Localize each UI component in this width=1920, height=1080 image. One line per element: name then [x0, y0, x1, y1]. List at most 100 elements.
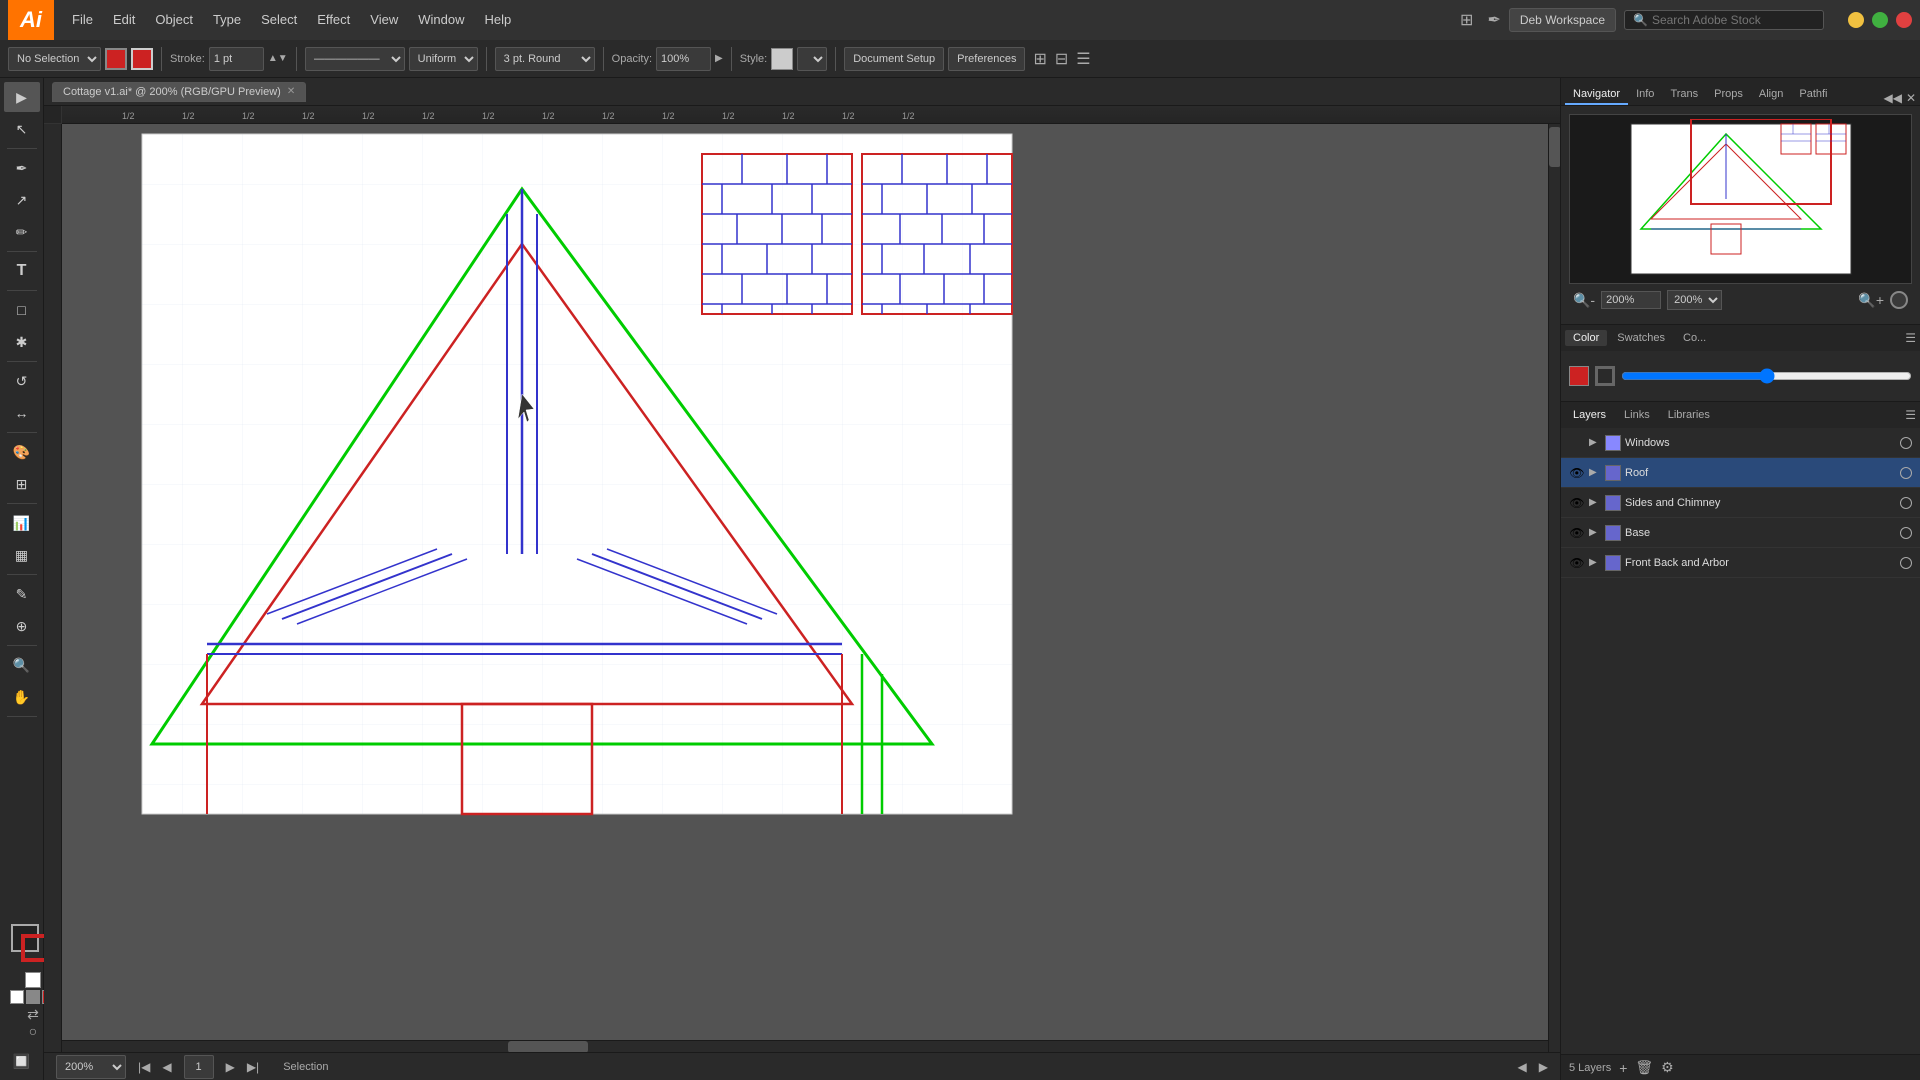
round-select[interactable]: 3 pt. Round: [495, 47, 595, 71]
icon-align[interactable]: ⊞: [1033, 49, 1046, 69]
tool-rect[interactable]: □: [4, 295, 40, 325]
layer-expand-front[interactable]: ▶: [1589, 557, 1601, 568]
stroke-arrows[interactable]: ▲▼: [268, 53, 288, 64]
layer-expand-base[interactable]: ▶: [1589, 527, 1601, 538]
tool-mesh[interactable]: ⊞: [4, 469, 40, 499]
tab-align[interactable]: Align: [1751, 85, 1791, 105]
tab-pathfinder[interactable]: Pathfi: [1791, 85, 1835, 105]
tab-navigator[interactable]: Navigator: [1565, 85, 1628, 105]
stock-search-input[interactable]: [1652, 13, 1815, 27]
layer-expand-windows[interactable]: ▶: [1589, 437, 1601, 448]
layer-target-front[interactable]: [1900, 557, 1912, 569]
scroll-right[interactable]: ▶: [1539, 1060, 1548, 1074]
layer-target-base[interactable]: [1900, 527, 1912, 539]
workspace-button[interactable]: Deb Workspace: [1509, 8, 1616, 32]
tab-transform[interactable]: Trans: [1662, 85, 1706, 105]
menu-select[interactable]: Select: [251, 0, 307, 40]
menu-file[interactable]: File: [62, 0, 103, 40]
tool-pencil[interactable]: ✏: [4, 217, 40, 247]
menu-type[interactable]: Type: [203, 0, 251, 40]
tool-grid[interactable]: ▦: [4, 540, 40, 570]
stroke-swatch[interactable]: [21, 934, 44, 962]
stroke-color-swatch[interactable]: [131, 48, 153, 70]
tab-info[interactable]: Info: [1628, 85, 1662, 105]
layers-panel-menu[interactable]: ☰: [1905, 408, 1916, 422]
layer-visibility-base[interactable]: 👁: [1569, 525, 1585, 541]
tab-properties[interactable]: Props: [1706, 85, 1751, 105]
color-slider[interactable]: [1621, 368, 1912, 384]
color-fill-white[interactable]: [10, 990, 24, 1004]
tool-curvature[interactable]: ↗: [4, 185, 40, 215]
layer-expand-roof[interactable]: ▶: [1589, 467, 1601, 478]
nav-prev[interactable]: ◀: [162, 1060, 171, 1074]
tab-color[interactable]: Color: [1565, 330, 1607, 346]
icon-menu[interactable]: ☰: [1076, 49, 1090, 69]
layer-target-sides[interactable]: [1900, 497, 1912, 509]
stroke-width-input[interactable]: [209, 47, 264, 71]
maximize-button[interactable]: [1872, 12, 1888, 28]
nav-next[interactable]: ▶: [226, 1060, 235, 1074]
tool-eyedropper[interactable]: ✎: [4, 579, 40, 609]
tool-type[interactable]: T: [4, 256, 40, 286]
tool-rotate[interactable]: ↺: [4, 366, 40, 396]
menu-window[interactable]: Window: [408, 0, 474, 40]
nav-last[interactable]: ▶|: [247, 1060, 259, 1074]
style-color-swatch[interactable]: [771, 48, 793, 70]
tool-star[interactable]: ✱: [4, 327, 40, 357]
style-select[interactable]: [797, 47, 827, 71]
tool-chart[interactable]: 📊: [4, 508, 40, 538]
nav-zoom-out[interactable]: 🔍-: [1573, 292, 1595, 309]
artboard-area[interactable]: [62, 124, 1560, 1052]
panel-collapse[interactable]: ◀◀: [1883, 91, 1901, 105]
opacity-arrow[interactable]: ▶: [715, 53, 723, 64]
color-stroke-display[interactable]: [1595, 366, 1615, 386]
layer-visibility-front[interactable]: 👁: [1569, 555, 1585, 571]
add-layer-button[interactable]: +: [1619, 1060, 1627, 1076]
menu-view[interactable]: View: [360, 0, 408, 40]
scrollbar-vertical[interactable]: [1548, 124, 1560, 1052]
layer-row-base[interactable]: 👁 ▶ Base: [1561, 518, 1920, 548]
scrollbar-horizontal[interactable]: [62, 1040, 1548, 1052]
preferences-button[interactable]: Preferences: [948, 47, 1025, 71]
close-button[interactable]: [1896, 12, 1912, 28]
layer-row-roof[interactable]: 👁 ▶ Roof: [1561, 458, 1920, 488]
nav-color-wheel[interactable]: [1890, 291, 1908, 309]
layer-target-roof[interactable]: [1900, 467, 1912, 479]
zoom-dropdown[interactable]: 200% 100% 75% 50%: [1667, 290, 1722, 310]
layer-row-sides[interactable]: 👁 ▶ Sides and Chimney: [1561, 488, 1920, 518]
nav-zoom-in[interactable]: 🔍+: [1858, 292, 1884, 309]
color-panel-menu[interactable]: ☰: [1905, 331, 1916, 345]
layer-options[interactable]: ⚙: [1661, 1059, 1674, 1076]
uniform-select[interactable]: Uniform: [409, 47, 478, 71]
zoom-select-status[interactable]: 200%: [56, 1055, 126, 1079]
tab-close-button[interactable]: ✕: [287, 86, 295, 97]
icon-swap[interactable]: ⇄: [8, 1006, 44, 1023]
tab-colorguide[interactable]: Co...: [1675, 330, 1714, 346]
nav-first[interactable]: |◀: [138, 1060, 150, 1074]
selection-mode-select[interactable]: No Selection: [8, 47, 101, 71]
minimize-button[interactable]: [1848, 12, 1864, 28]
opacity-input[interactable]: [656, 47, 711, 71]
tab-swatches[interactable]: Swatches: [1609, 330, 1673, 346]
document-tab[interactable]: Cottage v1.ai* @ 200% (RGB/GPU Preview) …: [52, 82, 306, 102]
layer-visibility-windows[interactable]: [1569, 435, 1585, 451]
fill-color-swatch[interactable]: [105, 48, 127, 70]
tab-libraries[interactable]: Libraries: [1660, 407, 1718, 423]
tab-links[interactable]: Links: [1616, 407, 1658, 423]
menu-object[interactable]: Object: [145, 0, 203, 40]
layer-visibility-sides[interactable]: 👁: [1569, 495, 1585, 511]
menu-edit[interactable]: Edit: [103, 0, 145, 40]
scroll-left[interactable]: ◀: [1518, 1060, 1527, 1074]
zoom-input[interactable]: [1601, 291, 1661, 309]
layer-row-front[interactable]: 👁 ▶ Front Back and Arbor: [1561, 548, 1920, 578]
tool-artboard[interactable]: 🔲: [4, 1046, 40, 1076]
tool-pen[interactable]: ✒: [4, 153, 40, 183]
tool-zoom[interactable]: 🔍: [4, 650, 40, 680]
layer-target-windows[interactable]: [1900, 437, 1912, 449]
document-setup-button[interactable]: Document Setup: [844, 47, 944, 71]
layer-row-windows[interactable]: ▶ Windows: [1561, 428, 1920, 458]
color-fill-gray[interactable]: [26, 990, 40, 1004]
tool-hand[interactable]: ✋: [4, 682, 40, 712]
tool-reflect[interactable]: ↔: [4, 398, 40, 428]
panel-menu[interactable]: ✕: [1906, 91, 1916, 105]
